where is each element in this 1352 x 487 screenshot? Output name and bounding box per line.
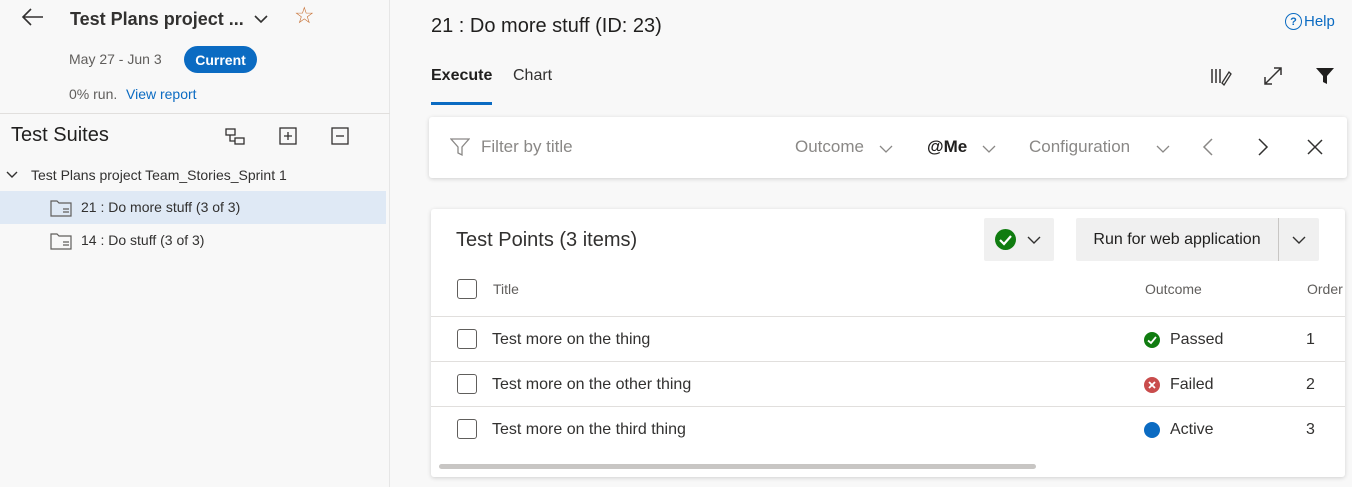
run-split-button: Run for web application <box>1076 218 1319 261</box>
status-badge: Current <box>184 46 257 73</box>
filter-funnel-icon <box>450 138 470 157</box>
run-options-button[interactable] <box>1279 218 1319 261</box>
tree-root-item[interactable]: Test Plans project Team_Stories_Sprint 1 <box>0 160 389 190</box>
suite-item-label: 14 : Do stuff (3 of 3) <box>81 232 205 248</box>
chevron-down-icon <box>1292 236 1306 244</box>
plan-dates: May 27 - Jun 3 <box>69 51 162 67</box>
star-icon[interactable]: ☆ <box>294 4 315 27</box>
passed-icon <box>1144 332 1160 348</box>
row-title: Test more on the third thing <box>492 421 686 438</box>
help-link[interactable]: ? Help <box>1285 13 1335 30</box>
row-outcome: Failed <box>1170 376 1214 393</box>
plan-title[interactable]: Test Plans project ... <box>70 9 244 30</box>
chevron-right-icon[interactable] <box>1252 137 1272 157</box>
full-screen-icon[interactable] <box>1262 65 1284 87</box>
row-outcome: Active <box>1170 421 1214 438</box>
select-all-checkbox[interactable] <box>457 279 477 299</box>
row-order: 3 <box>1306 421 1315 438</box>
suites-title: Test Suites <box>11 124 109 146</box>
expand-all-icon[interactable] <box>277 125 299 147</box>
tab-execute[interactable]: Execute <box>431 67 492 85</box>
test-points-title: Test Points (3 items) <box>456 229 638 251</box>
column-options-icon[interactable] <box>1210 65 1232 87</box>
suite-item-14[interactable]: 14 : Do stuff (3 of 3) <box>0 224 386 257</box>
table-row[interactable]: Test more on the third thing Active 3 <box>431 406 1345 451</box>
chevron-down-icon[interactable] <box>879 142 893 156</box>
chevron-down-icon[interactable] <box>252 10 270 28</box>
tree-root-label: Test Plans project Team_Stories_Sprint 1 <box>31 167 287 183</box>
active-tab-indicator <box>431 102 492 105</box>
row-order: 1 <box>1306 331 1315 348</box>
suite-item-21[interactable]: 21 : Do more stuff (3 of 3) <box>0 191 386 224</box>
scrollbar-thumb[interactable] <box>439 464 1036 469</box>
suite-hierarchy-icon[interactable] <box>224 125 246 147</box>
tab-chart[interactable]: Chart <box>513 67 552 85</box>
help-icon: ? <box>1285 13 1302 30</box>
run-web-app-button[interactable]: Run for web application <box>1076 218 1278 261</box>
row-title: Test more on the other thing <box>492 376 692 393</box>
row-title: Test more on the thing <box>492 331 651 348</box>
chevron-down-icon[interactable] <box>1156 142 1170 156</box>
mark-outcome-button[interactable] <box>984 218 1054 261</box>
help-label: Help <box>1304 13 1335 30</box>
column-header-title[interactable]: Title <box>493 281 519 297</box>
table-row[interactable]: Test more on the thing Passed 1 <box>431 316 1345 361</box>
filter-title-input[interactable] <box>481 134 741 160</box>
active-icon <box>1144 422 1160 438</box>
suite-folder-icon <box>50 233 72 250</box>
left-pane: Test Plans project ... ☆ May 27 - Jun 3 … <box>0 0 390 487</box>
close-icon[interactable] <box>1305 137 1325 157</box>
assignee-dropdown[interactable]: @Me <box>927 137 967 157</box>
table-row[interactable]: Test more on the other thing Failed 2 <box>431 361 1345 406</box>
page-title: 21 : Do more stuff (ID: 23) <box>431 15 662 37</box>
test-points-card: Test Points (3 items) Run for web applic… <box>431 209 1345 477</box>
horizontal-scrollbar[interactable] <box>431 462 1345 470</box>
chevron-down-icon[interactable] <box>5 168 19 182</box>
check-circle-icon <box>995 229 1016 250</box>
column-header-outcome[interactable]: Outcome <box>1145 281 1202 297</box>
chevron-down-icon <box>1027 236 1041 244</box>
column-header-order[interactable]: Order <box>1307 281 1343 297</box>
configuration-dropdown[interactable]: Configuration <box>1029 137 1130 157</box>
row-checkbox[interactable] <box>457 329 477 349</box>
filter-icon[interactable] <box>1314 65 1336 87</box>
row-checkbox[interactable] <box>457 374 477 394</box>
suite-folder-icon <box>50 200 72 217</box>
chevron-down-icon[interactable] <box>982 142 996 156</box>
failed-icon <box>1144 377 1160 393</box>
collapse-all-icon[interactable] <box>329 125 351 147</box>
filter-bar: Outcome @Me Configuration <box>429 117 1347 178</box>
divider <box>0 113 390 114</box>
row-order: 2 <box>1306 376 1315 393</box>
run-percentage: 0% run. <box>69 86 118 102</box>
row-checkbox[interactable] <box>457 419 477 439</box>
view-report-link[interactable]: View report <box>126 86 197 102</box>
main-pane: 21 : Do more stuff (ID: 23) ? Help Execu… <box>390 0 1352 487</box>
row-outcome: Passed <box>1170 331 1224 348</box>
suite-item-label: 21 : Do more stuff (3 of 3) <box>81 199 241 215</box>
back-arrow-icon[interactable] <box>20 6 46 28</box>
chevron-left-icon[interactable] <box>1199 137 1219 157</box>
outcome-dropdown[interactable]: Outcome <box>795 137 864 157</box>
